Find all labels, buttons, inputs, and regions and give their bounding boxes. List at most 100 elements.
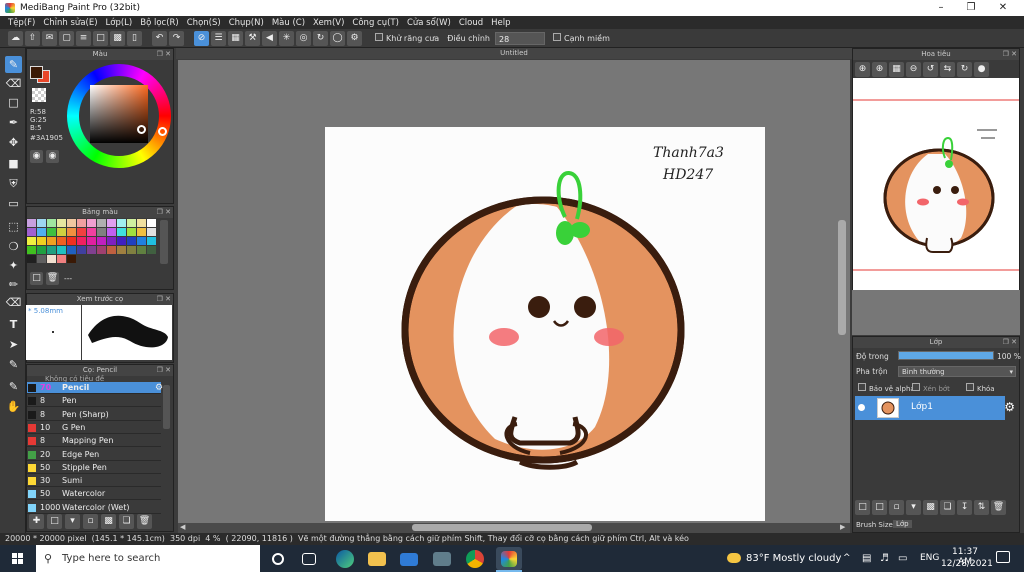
transparent-swatch[interactable] [32, 88, 46, 102]
taskbar-search-box[interactable]: ⚲ Type here to search [36, 545, 260, 572]
hue-cursor[interactable] [158, 127, 167, 136]
brush-item[interactable]: 8 Mapping Pen [27, 435, 161, 448]
palette-swatch[interactable] [137, 237, 146, 245]
brush-item[interactable]: 8 Pen (Sharp) [27, 409, 161, 421]
palette-swatch[interactable] [47, 219, 56, 227]
add-palette-icon[interactable]: □ [30, 272, 43, 285]
palette-swatch[interactable] [77, 246, 86, 254]
palette-swatch[interactable] [97, 219, 106, 227]
new-layer-icon[interactable]: □ [855, 500, 870, 515]
brush-item[interactable]: 1000 Watercolor (Wet) [27, 502, 161, 514]
fit-icon[interactable]: ▦ [889, 62, 904, 77]
notification-icon[interactable] [996, 551, 1010, 563]
palette-swatch[interactable] [107, 228, 116, 236]
clipping-option[interactable]: Xén bớt [912, 383, 950, 393]
language-indicator[interactable]: ENG [920, 545, 939, 572]
palette-swatch[interactable] [107, 246, 116, 254]
palette-swatch[interactable] [47, 237, 56, 245]
palette-swatch[interactable] [97, 237, 106, 245]
network-icon[interactable]: ▤ [862, 545, 871, 572]
settings-icon[interactable]: ⚙ [347, 30, 362, 46]
menu-select[interactable]: Chọn(S) [183, 18, 225, 28]
scroll-right-icon[interactable]: ▶ [840, 523, 845, 531]
protect-alpha-option[interactable]: Bảo vệ alpha [858, 383, 915, 393]
save-icon[interactable]: ▩ [110, 30, 125, 46]
text-tool-icon[interactable]: T [5, 316, 22, 333]
hand-tool-icon[interactable]: ✋ [5, 398, 22, 415]
message-icon[interactable]: ▢ [59, 30, 74, 46]
brush-item[interactable]: 10 G Pen [27, 422, 161, 434]
brush-item[interactable]: 50 Stipple Pen [27, 462, 161, 474]
file-explorer-icon[interactable] [368, 552, 386, 566]
circle-snap-icon[interactable]: ◎ [296, 30, 311, 46]
palette-swatch[interactable] [57, 237, 66, 245]
minimize-button[interactable]: – [926, 0, 956, 16]
reset-icon[interactable]: ● [974, 62, 989, 77]
menu-file[interactable]: Tệp(F) [4, 18, 39, 28]
menu-help[interactable]: Help [487, 18, 514, 28]
palette-swatch[interactable] [37, 219, 46, 227]
palette-swatch[interactable] [47, 228, 56, 236]
parallel-snap-icon[interactable]: ☰ [211, 30, 226, 46]
panel-close-icon[interactable]: ❐ ✕ [157, 49, 171, 60]
brush-item[interactable]: 20 Edge Pen [27, 449, 161, 461]
maximize-button[interactable]: ❐ [956, 0, 986, 16]
task-view-icon[interactable] [302, 553, 316, 565]
pen-tool-icon[interactable]: ✒ [5, 114, 22, 131]
brush-tool-icon[interactable]: ✎ [5, 56, 22, 73]
layer-row[interactable]: Lớp1 ⚙ [855, 396, 1015, 420]
tab-brush-size[interactable]: Brush Size [856, 521, 893, 529]
palette-swatch[interactable] [107, 237, 116, 245]
export-icon[interactable]: ⇧ [25, 30, 40, 46]
color-wheel-mode-icon[interactable]: ◉ [46, 150, 59, 163]
palette-swatch[interactable] [87, 228, 96, 236]
palette-swatch[interactable] [127, 237, 136, 245]
palette-swatch[interactable] [117, 237, 126, 245]
palette-swatch[interactable] [97, 228, 106, 236]
palette-swatch[interactable] [127, 246, 136, 254]
comment-icon[interactable]: ✉ [42, 30, 57, 46]
palette-swatch[interactable] [137, 246, 146, 254]
palette-swatch[interactable] [67, 228, 76, 236]
ellipse-snap-icon[interactable]: ◯ [330, 30, 345, 46]
palette-swatch[interactable] [37, 228, 46, 236]
brush-menu-icon[interactable]: ▾ [65, 514, 80, 529]
antialias-checkbox[interactable] [375, 33, 383, 41]
menu-cloud[interactable]: Cloud [455, 18, 487, 28]
palette-swatch[interactable] [27, 255, 36, 263]
adjust-input[interactable]: 28 [494, 31, 545, 45]
menu-color[interactable]: Màu (C) [268, 18, 309, 28]
canvas-vertical-scrollbar[interactable] [838, 220, 846, 335]
cross-snap-icon[interactable]: ⚒ [245, 30, 260, 46]
select-tool-icon[interactable]: ⬚ [5, 218, 22, 235]
eyedropper-tool-icon[interactable]: ✎ [5, 378, 22, 395]
canvas-tab[interactable]: Untitled [176, 48, 852, 59]
select-eraser-tool-icon[interactable]: ⌫ [5, 294, 22, 311]
edge-icon[interactable] [336, 550, 354, 568]
zoom-out-icon[interactable]: ⊖ [906, 62, 921, 77]
menu-tools[interactable]: Công cụ(T) [348, 18, 403, 28]
palette-swatch[interactable] [47, 246, 56, 254]
duplicate-layer-icon[interactable]: ❏ [940, 500, 955, 515]
palette-swatch[interactable] [37, 255, 46, 263]
camera-icon[interactable] [433, 552, 451, 566]
select-pen-tool-icon[interactable]: ✏ [5, 276, 22, 293]
brush-file-icon[interactable]: ▫ [83, 514, 98, 529]
brush-item[interactable]: 8 Pen [27, 395, 161, 408]
palette-swatch[interactable] [127, 228, 136, 236]
palette-swatch[interactable] [137, 228, 146, 236]
lasso-tool-icon[interactable]: ❍ [5, 238, 22, 255]
menu-edit[interactable]: Chỉnh sửa(E) [39, 18, 101, 28]
panel-close-icon[interactable]: ❐ ✕ [1003, 49, 1017, 60]
tray-chevron-icon[interactable]: ^ [843, 545, 851, 572]
blend-mode-select[interactable]: Bình thường ▾ [898, 366, 1016, 377]
palette-scrollbar[interactable] [160, 220, 168, 264]
palette-swatch[interactable] [67, 219, 76, 227]
lock-option[interactable]: Khóa [966, 383, 995, 393]
palette-swatch[interactable] [147, 237, 156, 245]
palette-swatch[interactable] [67, 255, 76, 263]
palette-swatch[interactable] [37, 246, 46, 254]
palette-swatch[interactable] [147, 246, 156, 254]
mail-icon[interactable] [400, 553, 418, 566]
palette-swatch[interactable] [117, 246, 126, 254]
